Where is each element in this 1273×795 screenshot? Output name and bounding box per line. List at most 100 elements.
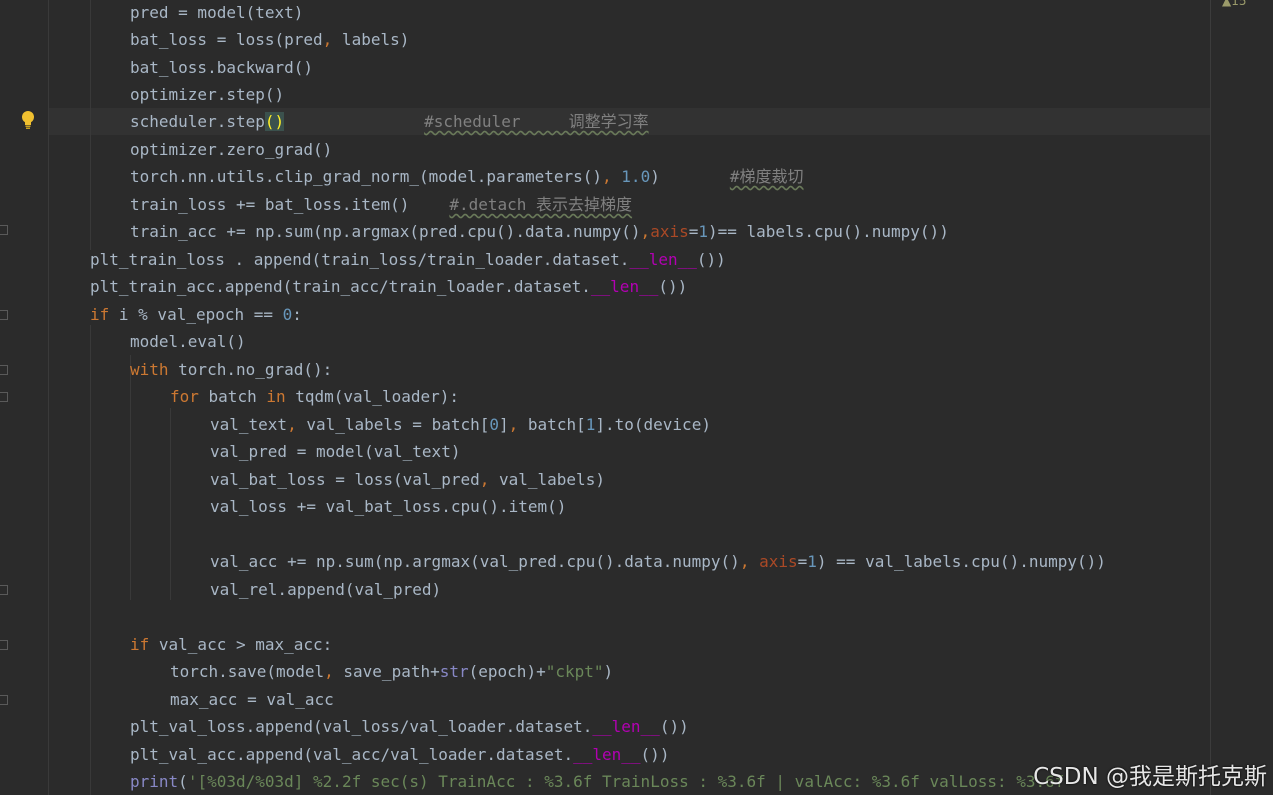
dunder-token: __len__ <box>629 250 697 269</box>
code-text: save_path+ <box>333 662 440 681</box>
code-line-current[interactable]: scheduler.step() #scheduler 调整学习率 <box>130 108 649 135</box>
fold-marker[interactable] <box>0 225 8 235</box>
code-text: model.eval() <box>130 332 246 351</box>
code-text: plt_train_loss . append(train_loss/train… <box>90 250 630 269</box>
code-line[interactable]: plt_val_loss.append(val_loss/val_loader.… <box>130 713 689 740</box>
code-line[interactable]: train_loss += bat_loss.item() #.detach 表示… <box>130 191 632 218</box>
fold-marker[interactable] <box>0 365 8 375</box>
code-line[interactable]: optimizer.zero_grad() <box>130 136 332 163</box>
code-text: max_acc = val_acc <box>170 690 334 709</box>
code-line[interactable]: if val_acc > max_acc: <box>130 631 332 658</box>
code-text: bat_loss = loss(pred <box>130 30 323 49</box>
code-line[interactable]: plt_val_acc.append(val_acc/val_loader.da… <box>130 741 669 768</box>
dunder-token: __len__ <box>573 745 641 764</box>
fold-marker[interactable] <box>0 310 8 320</box>
number-token: 0 <box>489 415 499 434</box>
comma-token: , <box>287 415 297 434</box>
code-text: = <box>797 552 808 571</box>
code-text: : <box>292 305 302 324</box>
builtin-token: print <box>130 772 179 791</box>
right-margin-guide <box>1210 0 1211 795</box>
number-token: 1.0 <box>621 167 651 186</box>
code-text: val_pred = model(val_text) <box>210 442 461 461</box>
code-line[interactable]: plt_train_acc.append(train_acc/train_loa… <box>90 273 687 300</box>
inspection-indicator[interactable]: ▲15 <box>1222 0 1247 8</box>
code-line[interactable]: pred = model(text) <box>130 0 303 26</box>
string-token: '[%03d/%03d] %2.2f sec(s) TrainAcc : %3.… <box>187 772 1065 791</box>
comment-text: #scheduler 调整学习率 <box>424 112 649 131</box>
code-text: val_text <box>210 415 288 434</box>
string-token: "ckpt" <box>545 662 604 681</box>
code-text: optimizer.zero_grad() <box>130 140 333 159</box>
code-line[interactable]: with torch.no_grad(): <box>130 356 332 383</box>
code-text: train_acc += np.sum(np.argmax(pred.cpu()… <box>130 222 641 241</box>
code-text: plt_train_acc.append(train_acc/train_loa… <box>90 277 591 296</box>
code-text: val_bat_loss = loss(val_pred <box>210 470 480 489</box>
code-text: ()) <box>640 745 670 764</box>
code-text: optimizer.step() <box>130 85 285 104</box>
code-line[interactable]: for batch in tqdm(val_loader): <box>170 383 459 410</box>
indent-guide <box>170 408 171 600</box>
param-token: axis <box>650 222 689 241</box>
code-line[interactable]: val_loss += val_bat_loss.cpu().item() <box>210 493 566 520</box>
code-text: bat_loss.backward() <box>130 58 314 77</box>
keyword-token: with <box>130 360 169 379</box>
code-text: ()) <box>658 277 688 296</box>
number-token: 1 <box>807 552 817 571</box>
code-text: ) <box>650 167 660 186</box>
code-text: val_labels = batch[ <box>296 415 490 434</box>
code-line[interactable]: bat_loss.backward() <box>130 54 313 81</box>
code-line[interactable]: plt_train_loss . append(train_loss/train… <box>90 246 726 273</box>
number-token: 1 <box>585 415 596 434</box>
keyword-token: in <box>266 387 286 406</box>
code-text: labels) <box>332 30 410 49</box>
comment-text: #.detach 表示去掉梯度 <box>449 195 633 214</box>
code-text: val_acc > max_acc: <box>149 635 333 654</box>
indent-guide <box>130 355 131 600</box>
fold-marker[interactable] <box>0 392 8 402</box>
comma-token: , <box>602 167 612 186</box>
code-line[interactable]: bat_loss = loss(pred, labels) <box>130 26 409 53</box>
code-line[interactable]: val_rel.append(val_pred) <box>210 576 441 603</box>
code-text: val_acc += np.sum(np.argmax(val_pred.cpu… <box>210 552 740 571</box>
code-line[interactable]: max_acc = val_acc <box>170 686 334 713</box>
number-token: 1 <box>698 222 708 241</box>
fold-marker[interactable] <box>0 585 8 595</box>
code-line[interactable]: val_text, val_labels = batch[0], batch[1… <box>210 411 711 438</box>
code-text: batch[ <box>518 415 586 434</box>
code-text: = <box>688 222 699 241</box>
code-text: tqdm(val_loader): <box>285 387 459 406</box>
code-line[interactable]: train_acc += np.sum(np.argmax(pred.cpu()… <box>130 218 949 245</box>
number-token: 0 <box>282 305 293 324</box>
code-line[interactable]: optimizer.step() <box>130 81 284 108</box>
dunder-token: __len__ <box>590 277 659 296</box>
code-text: ].to(device) <box>595 415 711 434</box>
code-line[interactable]: val_bat_loss = loss(val_pred, val_labels… <box>210 466 605 493</box>
comment-text: #梯度裁切 <box>729 167 804 186</box>
comma-token: , <box>640 222 651 241</box>
code-text: plt_val_loss.append(val_loss/val_loader.… <box>130 717 593 736</box>
code-text: batch <box>198 387 267 406</box>
comma-token: , <box>739 552 750 571</box>
code-line[interactable]: torch.save(model, save_path+str(epoch)+"… <box>170 658 613 685</box>
code-line[interactable]: model.eval() <box>130 328 246 355</box>
fold-marker[interactable] <box>0 695 8 705</box>
builtin-token: str <box>439 662 469 681</box>
dunder-token: __len__ <box>592 717 660 736</box>
code-line[interactable]: torch.nn.utils.clip_grad_norm_(model.par… <box>130 163 803 190</box>
code-line[interactable]: print('[%03d/%03d] %2.2f sec(s) TrainAcc… <box>130 768 1064 795</box>
lightbulb-icon[interactable] <box>20 110 36 130</box>
code-line[interactable]: val_pred = model(val_text) <box>210 438 460 465</box>
code-text: val_labels) <box>489 470 605 489</box>
code-text: torch.no_grad(): <box>168 360 333 379</box>
keyword-token: for <box>170 387 199 406</box>
fold-marker[interactable] <box>0 640 8 650</box>
code-line[interactable]: if i % val_epoch == 0: <box>90 301 302 328</box>
comma-token: , <box>508 415 519 434</box>
keyword-token: if <box>130 635 150 654</box>
code-text: pred = model(text) <box>130 3 304 22</box>
code-editor[interactable]: ▲15 pred = model(text) bat_loss = loss(p… <box>0 0 1273 795</box>
code-line[interactable]: val_acc += np.sum(np.argmax(val_pred.cpu… <box>210 548 1106 575</box>
comma-token: , <box>324 662 334 681</box>
